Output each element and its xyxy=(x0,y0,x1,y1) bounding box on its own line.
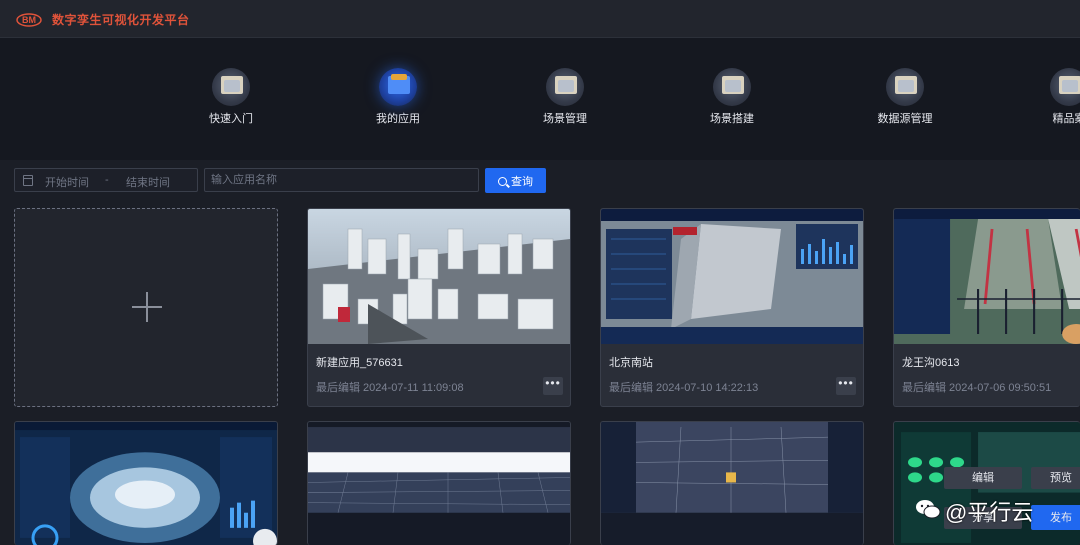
app-thumbnail xyxy=(601,422,863,545)
start-date-field[interactable]: 开始时间 xyxy=(45,174,89,190)
query-label: 查询 xyxy=(511,175,533,188)
end-date-field[interactable]: 结束时间 xyxy=(126,174,170,190)
nav-label: 场景管理 xyxy=(543,113,587,125)
nav-label: 精品案 xyxy=(1052,113,1080,125)
date-separator: - xyxy=(105,174,109,186)
nav-item-showcase[interactable]: 精品案 xyxy=(1014,68,1080,126)
app-card[interactable]: 新建应用_576631 最后编辑 2024-07-11 11:09:08 ••• xyxy=(307,208,571,407)
filter-bar: 开始时间 - 结束时间 查询 xyxy=(0,160,1080,200)
app-card[interactable]: 龙王沟0613 最后编辑 2024-07-06 09:50:51 xyxy=(893,208,1080,407)
more-options-button[interactable]: ••• xyxy=(836,377,856,395)
app-thumbnail xyxy=(601,209,863,344)
new-app-card[interactable] xyxy=(14,208,278,407)
app-title: 数字孪生可视化开发平台 xyxy=(52,13,190,27)
logo-text: BM xyxy=(22,15,36,25)
date-range-picker[interactable]: 开始时间 - 结束时间 xyxy=(14,168,198,192)
scene-build-icon xyxy=(713,68,751,106)
query-button[interactable]: 查询 xyxy=(485,168,546,193)
datasource-icon xyxy=(886,68,924,106)
calendar-icon xyxy=(23,175,33,186)
app-card[interactable] xyxy=(14,421,278,545)
main-nav: 快速入门 我的应用 场景管理 场景搭建 数据源管理 精品案 xyxy=(0,38,1080,160)
app-card-edited-time: 最后编辑 2024-07-06 09:50:51 xyxy=(902,382,1052,394)
watermark-text: @平行云 xyxy=(945,500,1034,525)
app-thumbnail xyxy=(308,422,570,545)
scene-manage-icon xyxy=(546,68,584,106)
nav-item-quick-start[interactable]: 快速入门 xyxy=(176,68,286,126)
search-icon xyxy=(498,176,507,186)
nav-label: 快速入门 xyxy=(209,113,253,125)
preview-button[interactable]: 预览 xyxy=(1031,467,1080,489)
app-card-title: 新建应用_576631 xyxy=(316,357,403,369)
app-name-search-input[interactable] xyxy=(204,168,479,192)
nav-item-scene-manage[interactable]: 场景管理 xyxy=(510,68,620,126)
nav-label: 数据源管理 xyxy=(877,113,933,125)
app-card[interactable] xyxy=(307,421,571,545)
showcase-icon xyxy=(1050,68,1080,106)
wechat-icon xyxy=(916,500,941,519)
app-card-title: 龙王沟0613 xyxy=(902,357,960,369)
app-thumbnail xyxy=(308,209,570,344)
app-card-title: 北京南站 xyxy=(609,357,653,369)
edit-button[interactable]: 编辑 xyxy=(944,467,1022,489)
nav-label: 我的应用 xyxy=(376,113,420,125)
app-thumbnail xyxy=(15,422,277,545)
nav-label: 场景搭建 xyxy=(710,113,754,125)
more-options-button[interactable]: ••• xyxy=(543,377,563,395)
top-bar: BM 数字孪生可视化开发平台 xyxy=(0,0,1080,38)
app-card[interactable]: 北京南站 最后编辑 2024-07-10 14:22:13 ••• xyxy=(600,208,864,407)
app-card-edited-time: 最后编辑 2024-07-10 14:22:13 xyxy=(609,382,759,394)
my-apps-icon xyxy=(379,68,417,106)
app-card[interactable] xyxy=(600,421,864,545)
plus-icon xyxy=(132,292,162,322)
watermark: @平行云 xyxy=(915,494,1065,525)
logo-icon[interactable]: BM xyxy=(16,10,44,28)
nav-item-datasource[interactable]: 数据源管理 xyxy=(850,68,960,126)
app-card-edited-time: 最后编辑 2024-07-11 11:09:08 xyxy=(316,382,464,394)
nav-item-my-apps[interactable]: 我的应用 xyxy=(343,68,453,126)
quick-start-icon xyxy=(212,68,250,106)
nav-item-scene-build[interactable]: 场景搭建 xyxy=(677,68,787,126)
app-thumbnail xyxy=(894,209,1080,344)
